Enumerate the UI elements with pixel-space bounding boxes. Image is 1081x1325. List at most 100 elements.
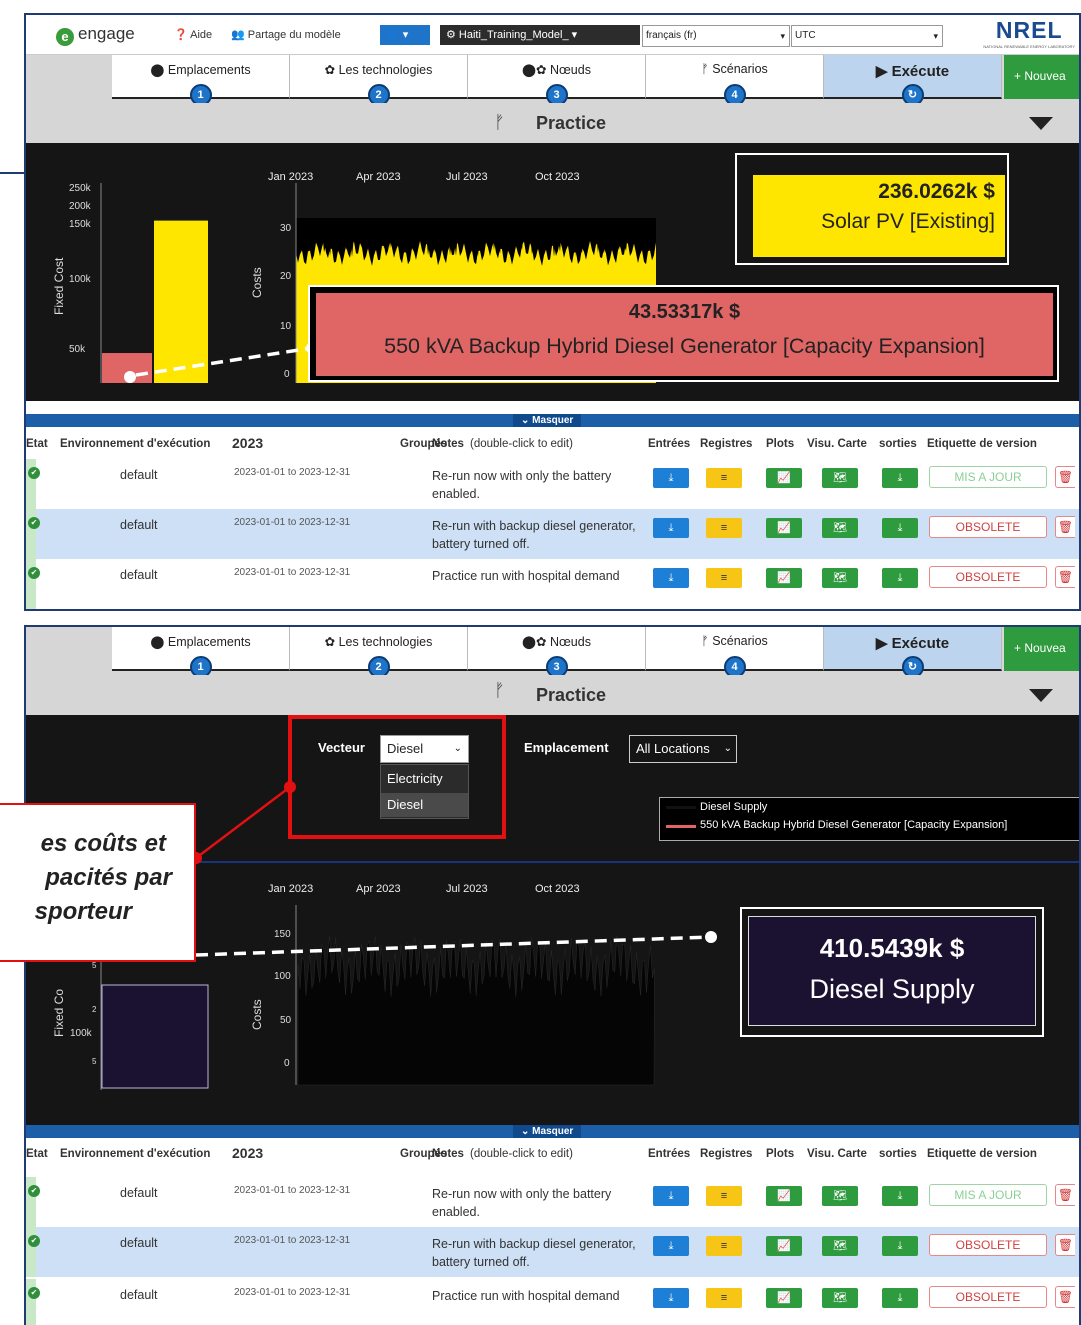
col-env: Environnement d'exécution — [60, 1148, 211, 1160]
download-inputs-button[interactable]: ⤓ — [653, 518, 689, 538]
timezone-select[interactable]: UTC ▾ — [791, 25, 943, 47]
language-value: français (fr) — [646, 30, 697, 41]
hide-label: Masquer — [532, 1126, 574, 1137]
logo-text: engage — [78, 24, 135, 43]
download-outputs-button[interactable]: ⤓ — [882, 1288, 918, 1308]
engage-logo[interactable]: e engage — [56, 24, 135, 46]
env-cell: default — [120, 518, 158, 532]
tab-technologies[interactable]: ✿ Les technologies 2 — [290, 627, 468, 678]
tab-technologies[interactable]: ✿ Les technologies 2 — [290, 55, 468, 106]
logs-button[interactable]: ≡ — [706, 568, 742, 588]
download-inputs-button[interactable]: ⤓ — [653, 568, 689, 588]
callout-dot — [705, 931, 717, 943]
notes-cell[interactable]: Practice run with hospital demand — [432, 1287, 647, 1305]
download-outputs-button[interactable]: ⤓ — [882, 1186, 918, 1206]
notes-cell[interactable]: Re-run with backup diesel generator, bat… — [432, 517, 647, 553]
dates-cell: 2023-01-01 to 2023-12-31 — [234, 1185, 351, 1196]
help-link[interactable]: ❓ Aide — [174, 28, 212, 41]
dates-cell: 2023-01-01 to 2023-12-31 — [234, 567, 351, 578]
hide-button[interactable]: ⌄ Masquer — [513, 1125, 582, 1138]
tab-emplacements[interactable]: ⬤ Emplacements 1 — [112, 55, 290, 106]
fixed-cost-bar[interactable] — [154, 220, 208, 383]
notes-cell[interactable]: Practice run with hospital demand — [432, 567, 647, 585]
tab-label: Exécute — [891, 635, 950, 652]
logs-button[interactable]: ≡ — [706, 1186, 742, 1206]
table-row: ✔ default 2023-01-01 to 2023-12-31 Pract… — [26, 559, 1079, 609]
trash-icon[interactable]: 🗑 — [1055, 1286, 1075, 1308]
x-tick: Oct 2023 — [535, 171, 580, 183]
x-tick: Jan 2023 — [268, 171, 314, 183]
logs-button[interactable]: ≡ — [706, 518, 742, 538]
tab-emplacements[interactable]: ⬤ Emplacements 1 — [112, 627, 290, 678]
tab-scenarios[interactable]: ᚠ Scénarios 4 — [646, 55, 824, 106]
notes-cell[interactable]: Re-run with backup diesel generator, bat… — [432, 1235, 647, 1271]
tab-noeuds[interactable]: ⬤✿ Nœuds 3 — [468, 55, 646, 106]
download-inputs-button[interactable]: ⤓ — [653, 1186, 689, 1206]
tab-label: Emplacements — [167, 635, 251, 649]
download-inputs-button[interactable]: ⤓ — [653, 1288, 689, 1308]
download-inputs-button[interactable]: ⤓ — [653, 1236, 689, 1256]
download-outputs-button[interactable]: ⤓ — [882, 468, 918, 488]
new-run-button[interactable]: + Nouvea — [1004, 55, 1079, 99]
trash-icon[interactable]: 🗑 — [1055, 516, 1075, 538]
user-menu-button[interactable]: 👤 ▾ — [380, 25, 430, 45]
download-outputs-button[interactable]: ⤓ — [882, 518, 918, 538]
notes-cell[interactable]: Re-run now with only the battery enabled… — [432, 467, 647, 503]
hide-button[interactable]: ⌄ Masquer — [513, 414, 582, 427]
version-tag[interactable]: MIS A JOUR — [929, 1184, 1047, 1206]
logs-button[interactable]: ≡ — [706, 468, 742, 488]
plots-button[interactable]: 📈 — [766, 1288, 802, 1308]
connector-line — [0, 172, 26, 174]
scenario-title: Practice — [536, 685, 607, 705]
callout-dot — [124, 371, 136, 383]
version-tag[interactable]: OBSOLETE — [929, 1286, 1047, 1308]
tooltip-label: Diesel Supply — [809, 974, 975, 1004]
notes-cell[interactable]: Re-run now with only the battery enabled… — [432, 1185, 647, 1221]
logs-button[interactable]: ≡ — [706, 1236, 742, 1256]
map-button[interactable]: 🗺 — [822, 468, 858, 488]
new-run-button[interactable]: + Nouvea — [1004, 627, 1079, 671]
version-tag[interactable]: OBSOLETE — [929, 1234, 1047, 1256]
map-button[interactable]: 🗺 — [822, 568, 858, 588]
logs-button[interactable]: ≡ — [706, 1288, 742, 1308]
col-year[interactable]: 2023 — [232, 435, 263, 451]
plots-button[interactable]: 📈 — [766, 468, 802, 488]
collapse-toggle-icon[interactable] — [1029, 689, 1053, 702]
plots-button[interactable]: 📈 — [766, 518, 802, 538]
tab-execute[interactable]: ▶ Exécute ↻ — [824, 55, 1002, 106]
trash-icon[interactable]: 🗑 — [1055, 466, 1075, 488]
tooltip-label: 550 kVA Backup Hybrid Diesel Generator [… — [384, 334, 985, 358]
tab-scenarios[interactable]: ᚠ Scénarios 4 — [646, 627, 824, 678]
trash-icon[interactable]: 🗑 — [1055, 1234, 1075, 1256]
callout-line: es coûts et — [40, 830, 166, 857]
trash-icon[interactable]: 🗑 — [1055, 566, 1075, 588]
download-outputs-button[interactable]: ⤓ — [882, 568, 918, 588]
env-cell: default — [120, 1236, 158, 1250]
download-outputs-button[interactable]: ⤓ — [882, 1236, 918, 1256]
share-model-link[interactable]: 👥 Partage du modèle — [231, 28, 341, 41]
version-tag[interactable]: OBSOLETE — [929, 516, 1047, 538]
map-button[interactable]: 🗺 — [822, 1186, 858, 1206]
col-year[interactable]: 2023 — [232, 1145, 263, 1161]
tab-noeuds[interactable]: ⬤✿ Nœuds 3 — [468, 627, 646, 678]
y-tick: 100k — [70, 1028, 92, 1039]
col-notes-hint: (double-click to edit) — [470, 438, 573, 450]
plots-button[interactable]: 📈 — [766, 1186, 802, 1206]
version-tag[interactable]: OBSOLETE — [929, 566, 1047, 588]
y-tick: 0 — [284, 369, 290, 380]
download-inputs-button[interactable]: ⤓ — [653, 468, 689, 488]
map-button[interactable]: 🗺 — [822, 518, 858, 538]
col-sorties: sorties — [879, 438, 917, 450]
tab-execute[interactable]: ▶ Exécute ↻ — [824, 627, 1002, 678]
map-button[interactable]: 🗺 — [822, 1288, 858, 1308]
plots-button[interactable]: 📈 — [766, 1236, 802, 1256]
language-select[interactable]: français (fr) ▾ — [642, 25, 790, 47]
collapse-toggle-icon[interactable] — [1029, 117, 1053, 130]
plots-button[interactable]: 📈 — [766, 568, 802, 588]
model-selector[interactable]: ⚙ Haiti_Training_Model_ ▾ — [440, 25, 640, 45]
scenario-title: Practice — [536, 113, 607, 133]
trash-icon[interactable]: 🗑 — [1055, 1184, 1075, 1206]
version-tag[interactable]: MIS A JOUR — [929, 466, 1047, 488]
engage-logo-icon: e — [56, 28, 74, 46]
map-button[interactable]: 🗺 — [822, 1236, 858, 1256]
